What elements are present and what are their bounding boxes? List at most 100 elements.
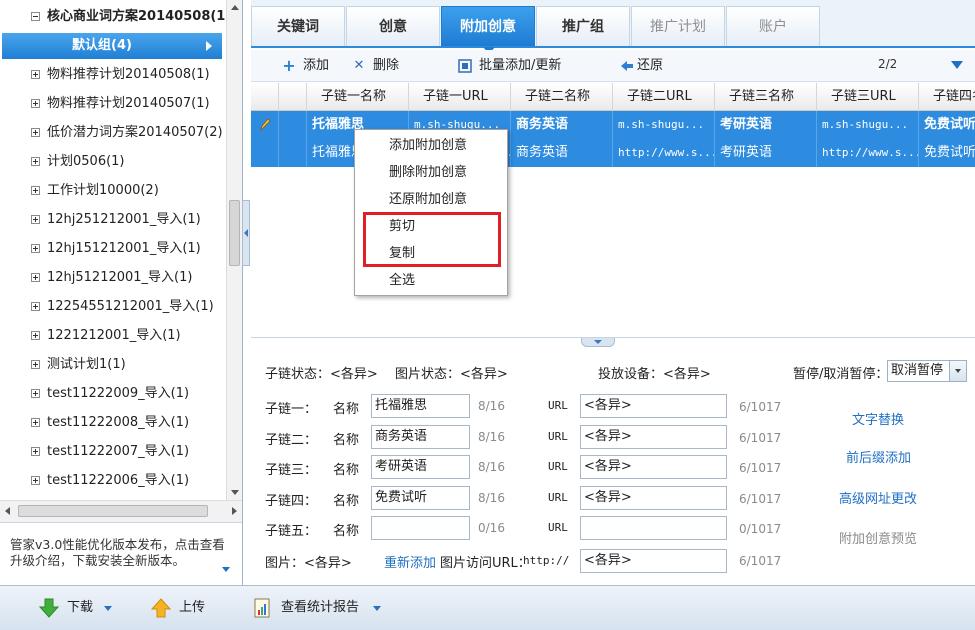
expand-plus-icon[interactable] <box>31 157 40 166</box>
tree-plan-item[interactable]: 12hj151212001_导入(1) <box>0 234 226 263</box>
tree-plan-item[interactable]: 核心商业词方案20140508(1) <box>0 2 226 31</box>
column-header[interactable]: 子链一名称 <box>307 83 409 111</box>
column-header[interactable]: 子链三名称 <box>715 83 817 111</box>
tree-plan-item[interactable]: test11222008_导入(1) <box>0 408 226 437</box>
expand-plus-icon[interactable] <box>31 273 40 282</box>
expand-plus-icon[interactable] <box>31 70 40 79</box>
view-report-button[interactable]: 查看统计报告 <box>252 597 392 619</box>
grid-cell[interactable]: 免费试听 <box>919 139 975 167</box>
row-checkbox-cell[interactable] <box>279 139 307 167</box>
report-dropdown-icon[interactable] <box>373 606 381 611</box>
tree-group-item[interactable]: 默认组(4) <box>2 33 222 59</box>
grid-cell[interactable]: http://www.s... <box>817 139 919 167</box>
scroll-right-arrow-icon[interactable] <box>232 507 237 515</box>
sublink-name-input[interactable]: 免费试听 <box>371 485 470 510</box>
column-header[interactable]: 子链二URL <box>613 83 715 111</box>
expand-plus-icon[interactable] <box>31 244 40 253</box>
version-notice[interactable]: 管家v3.0性能优化版本发布，点击查看升级介绍，下载安装全新版本。 <box>0 522 242 585</box>
tree-plan-item[interactable]: test11222007_导入(1) <box>0 437 226 466</box>
sublink-name-input[interactable]: 商务英语 <box>371 424 470 449</box>
prefix-suffix-add-link[interactable]: 前后缀添加 <box>846 447 911 466</box>
collapse-sidebar-handle[interactable] <box>242 200 250 266</box>
scroll-left-arrow-icon[interactable] <box>5 507 10 515</box>
column-header[interactable]: 子链四名 <box>919 83 975 111</box>
tree-plan-item[interactable]: 12hj251212001_导入(1) <box>0 205 226 234</box>
scroll-up-arrow-icon[interactable] <box>231 5 239 10</box>
add-creative-menu-item[interactable]: 添加附加创意 <box>355 132 507 159</box>
tree-plan-item[interactable]: 12254551212001_导入(1) <box>0 292 226 321</box>
select-all-menu-item[interactable]: 全选 <box>355 267 507 294</box>
toolbar-menu-dropdown-icon[interactable] <box>951 61 963 69</box>
sublink-name-input[interactable]: 考研英语 <box>371 455 470 479</box>
tree-horizontal-scrollbar[interactable] <box>0 500 242 522</box>
expand-plus-icon[interactable] <box>31 389 40 398</box>
sublink-name-input[interactable]: 托福雅思 <box>371 394 470 418</box>
scroll-down-arrow-icon[interactable] <box>231 490 239 495</box>
sublink-url-input[interactable]: <各异> <box>580 424 727 449</box>
expand-plus-icon[interactable] <box>31 447 40 456</box>
split-pane-handle[interactable] <box>581 338 615 347</box>
sublink-name-input[interactable] <box>371 516 470 540</box>
tree-plan-item[interactable]: 低价潜力词方案20140507(2) <box>0 118 226 147</box>
tree-plan-item[interactable]: 测试计划1(1) <box>0 350 226 379</box>
expand-plus-icon[interactable] <box>31 331 40 340</box>
tree-plan-item[interactable]: 工作计划10000(2) <box>0 176 226 205</box>
column-header[interactable]: 子链二名称 <box>511 83 613 111</box>
row-checkbox-cell[interactable] <box>279 111 307 139</box>
expand-plus-icon[interactable] <box>31 128 40 137</box>
dropdown-arrow-icon[interactable] <box>949 361 966 381</box>
grid-cell[interactable]: http://www.s... <box>613 139 715 167</box>
tab-4[interactable]: 推广组 <box>536 6 630 46</box>
tab-6[interactable]: 账户 <box>726 6 820 46</box>
upload-button[interactable]: 上传 <box>150 597 220 619</box>
tree-plan-item[interactable]: 计划0506(1) <box>0 147 226 176</box>
tree-plan-item[interactable]: test11222006_导入(1) <box>0 466 226 495</box>
column-header[interactable]: 子链一URL <box>409 83 511 111</box>
grid-cell[interactable]: 考研英语 <box>715 111 817 139</box>
expand-plus-icon[interactable] <box>31 476 40 485</box>
expand-plus-icon[interactable] <box>31 360 40 369</box>
expand-plus-icon[interactable] <box>31 215 40 224</box>
tab-1[interactable]: 关键词 <box>251 6 345 46</box>
expand-plus-icon[interactable] <box>31 418 40 427</box>
grid-cell[interactable]: m.sh-shugu... <box>817 111 919 139</box>
download-button[interactable]: 下载 <box>38 597 118 619</box>
grid-cell[interactable]: 免费试听 <box>919 111 975 139</box>
sublink-url-input[interactable]: <各异> <box>580 394 727 418</box>
delete-creative-menu-item[interactable]: 删除附加创意 <box>355 159 507 186</box>
grid-cell[interactable]: 商务英语 <box>511 111 613 139</box>
tab-2[interactable]: 创意 <box>346 6 440 46</box>
url-label: URL <box>548 399 568 412</box>
download-dropdown-icon[interactable] <box>104 606 112 611</box>
re-add-image-link[interactable]: 重新添加 <box>384 552 436 571</box>
tree-plan-item[interactable]: 12hj51212001_导入(1) <box>0 263 226 292</box>
expand-plus-icon[interactable] <box>31 186 40 195</box>
column-header[interactable]: 子链三URL <box>817 83 919 111</box>
grid-cell[interactable]: 考研英语 <box>715 139 817 167</box>
tree-plan-item[interactable]: test11222009_导入(1) <box>0 379 226 408</box>
sublink-url-input[interactable]: <各异> <box>580 485 727 510</box>
advanced-url-change-link[interactable]: 高级网址更改 <box>839 488 917 507</box>
pause-status-select[interactable]: 取消暂停 <box>887 360 967 382</box>
scroll-thumb[interactable] <box>229 200 240 266</box>
sublink-url-input[interactable]: <各异> <box>580 455 727 479</box>
sublink-url-input[interactable] <box>580 516 727 540</box>
grid-cell[interactable]: m.sh-shugu... <box>613 111 715 139</box>
collapse-minus-icon[interactable] <box>31 12 40 21</box>
tab-5[interactable]: 推广计划 <box>631 6 725 46</box>
expand-plus-icon[interactable] <box>31 302 40 311</box>
version-notice-text[interactable]: 管家v3.0性能优化版本发布，点击查看升级介绍，下载安装全新版本。 <box>10 537 228 569</box>
image-url-input[interactable]: <各异> <box>580 549 727 573</box>
tree-vertical-scrollbar[interactable] <box>226 0 242 500</box>
expand-notice-icon[interactable] <box>222 567 230 572</box>
grid-cell[interactable]: 商务英语 <box>511 139 613 167</box>
restore-creative-menu-item[interactable]: 还原附加创意 <box>355 186 507 213</box>
scroll-thumb[interactable] <box>18 505 208 517</box>
tab-3[interactable]: 附加创意 <box>441 6 535 54</box>
creative-preview-link[interactable]: 附加创意预览 <box>839 528 917 547</box>
tree-plan-item[interactable]: 物料推荐计划20140507(1) <box>0 89 226 118</box>
text-replace-link[interactable]: 文字替换 <box>852 409 904 428</box>
tree-plan-item[interactable]: 1221212001_导入(1) <box>0 321 226 350</box>
expand-plus-icon[interactable] <box>31 99 40 108</box>
tree-plan-item[interactable]: 物料推荐计划20140508(1) <box>0 60 226 89</box>
